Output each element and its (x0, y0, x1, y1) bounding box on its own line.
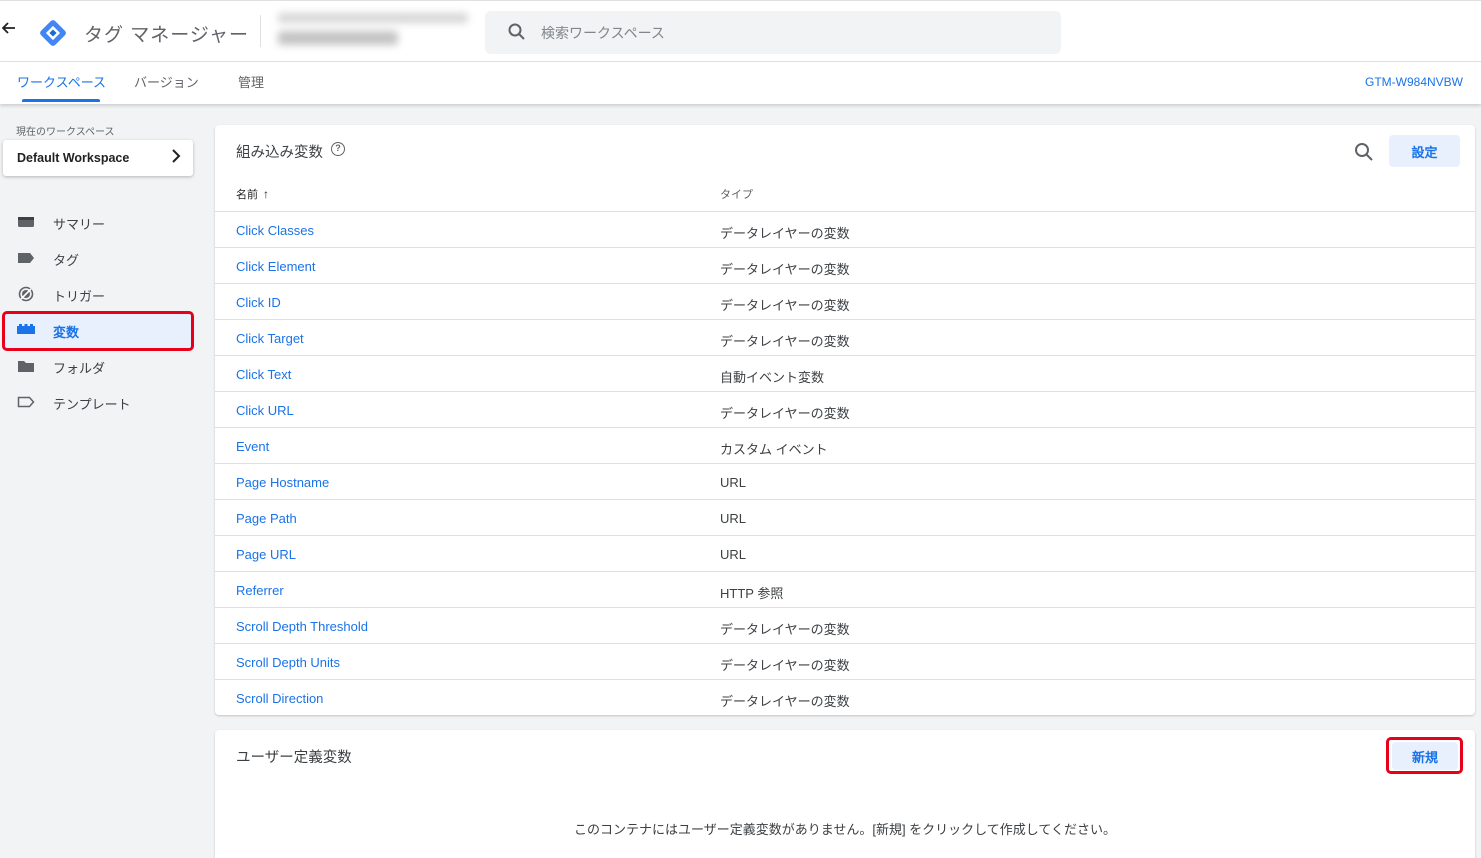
configure-button[interactable]: 設定 (1389, 135, 1460, 167)
app-title: タグ マネージャー (84, 25, 249, 46)
search-icon[interactable] (1353, 141, 1375, 163)
table-row[interactable]: Referrer HTTP 参照 (215, 571, 1475, 607)
sidebar-item-label: タグ (53, 253, 80, 268)
variable-type: データレイヤーの変数 (720, 226, 850, 241)
tab-versions[interactable]: バージョン (134, 72, 199, 91)
divider (260, 15, 261, 47)
variable-type: カスタム イベント (720, 442, 828, 457)
builtin-variables-card: 組み込み変数 ? 設定 名前 ↑ タイプ Click Classes データレイヤー… (215, 125, 1475, 715)
variable-name-link[interactable]: Click Target (236, 331, 304, 346)
sidebar-item-triggers[interactable]: トリガー (3, 276, 193, 312)
variable-name-link[interactable]: Page Path (236, 511, 297, 526)
variable-name-link[interactable]: Scroll Depth Units (236, 655, 340, 670)
help-icon[interactable]: ? (331, 142, 345, 156)
sidebar-item-summary[interactable]: サマリー (3, 204, 193, 240)
column-header-name[interactable]: 名前 ↑ (236, 186, 269, 202)
empty-state-message: このコンテナにはユーザー定義変数がありません。[新規] をクリックして作成してく… (573, 822, 1117, 837)
variable-name-link[interactable]: Page Hostname (236, 475, 329, 490)
table-row[interactable]: Click Target データレイヤーの変数 (215, 319, 1475, 355)
variable-name-link[interactable]: Click Element (236, 259, 315, 274)
table-row[interactable]: Click Element データレイヤーの変数 (215, 247, 1475, 283)
variable-type: データレイヤーの変数 (720, 406, 850, 421)
tab-bar: ワークスペース バージョン 管理 GTM-W984NVBW (0, 62, 1481, 104)
workspace-selector[interactable]: Default Workspace (3, 140, 193, 176)
tag-manager-logo-icon[interactable] (38, 18, 68, 48)
account-container-switcher[interactable] (274, 11, 474, 51)
workspace-search[interactable] (485, 11, 1061, 54)
sort-ascending-icon: ↑ (263, 187, 269, 201)
variable-type: データレイヤーの変数 (720, 334, 850, 349)
active-tab-indicator (22, 99, 100, 102)
table-row[interactable]: Event カスタム イベント (215, 427, 1475, 463)
table-row[interactable]: Click Classes データレイヤーの変数 (215, 211, 1475, 247)
user-defined-variables-title: ユーザー定義変数 (236, 750, 352, 766)
table-row[interactable]: Click Text 自動イベント変数 (215, 355, 1475, 391)
builtin-variables-title: 組み込み変数 (236, 145, 323, 161)
variable-type: データレイヤーの変数 (720, 262, 850, 277)
sidebar-item-templates[interactable]: テンプレート (3, 384, 193, 420)
sidebar-item-label: テンプレート (53, 397, 131, 412)
table-row[interactable]: Scroll Depth Units データレイヤーの変数 (215, 643, 1475, 679)
table-row[interactable]: Page URL URL (215, 535, 1475, 571)
variable-name-link[interactable]: Scroll Depth Threshold (236, 619, 368, 634)
back-arrow-icon[interactable] (1, 21, 18, 41)
container-id-link[interactable]: GTM-W984NVBW (1365, 75, 1463, 89)
variable-name-link[interactable]: Click ID (236, 295, 281, 310)
search-input[interactable] (541, 11, 1041, 54)
table-row[interactable]: Click ID データレイヤーの変数 (215, 283, 1475, 319)
tab-workspace[interactable]: ワークスペース (17, 72, 106, 91)
variable-type: URL (720, 475, 747, 490)
tag-icon (17, 250, 35, 266)
top-app-bar: タグ マネージャー (0, 0, 1481, 62)
variable-type: データレイヤーの変数 (720, 658, 850, 673)
trigger-icon (17, 286, 35, 302)
variable-type: データレイヤーの変数 (720, 298, 850, 313)
variable-type: HTTP 参照 (720, 586, 784, 601)
column-header-type[interactable]: タイプ (720, 186, 753, 202)
sidebar-item-folders[interactable]: フォルダ (3, 348, 193, 384)
variables-highlight-box (2, 311, 194, 351)
table-row[interactable]: Scroll Direction データレイヤーの変数 (215, 679, 1475, 715)
table-row[interactable]: Page Hostname URL (215, 463, 1475, 499)
column-name-label: 名前 (236, 189, 258, 201)
folder-icon (17, 358, 35, 374)
template-icon (17, 394, 35, 410)
variable-type: データレイヤーの変数 (720, 622, 850, 637)
summary-icon (17, 214, 35, 230)
variable-name-link[interactable]: Click Text (236, 367, 291, 382)
variable-type: 自動イベント変数 (720, 370, 825, 385)
search-icon (507, 22, 527, 42)
variable-type: URL (720, 547, 747, 562)
variable-name-link[interactable]: Click URL (236, 403, 294, 418)
sidebar-item-tags[interactable]: タグ (3, 240, 193, 276)
variable-name-link[interactable]: Event (236, 439, 269, 454)
chevron-right-icon (171, 149, 181, 166)
table-row[interactable]: Page Path URL (215, 499, 1475, 535)
table-row[interactable]: Click URL データレイヤーの変数 (215, 391, 1475, 427)
tab-admin[interactable]: 管理 (238, 72, 264, 91)
sidebar-item-label: フォルダ (53, 361, 106, 376)
variable-name-link[interactable]: Page URL (236, 547, 296, 562)
variable-name-link[interactable]: Click Classes (236, 223, 314, 238)
variable-name-link[interactable]: Referrer (236, 583, 284, 598)
variable-type: データレイヤーの変数 (720, 694, 850, 709)
current-workspace-label: 現在のワークスペース (16, 127, 115, 138)
variable-name-link[interactable]: Scroll Direction (236, 691, 323, 706)
sidebar-item-label: トリガー (53, 289, 106, 304)
workspace-name: Default Workspace (17, 151, 130, 165)
variable-type: URL (720, 511, 747, 526)
new-button-highlight-box (1386, 737, 1463, 774)
sidebar-item-label: サマリー (53, 217, 106, 232)
table-row[interactable]: Scroll Depth Threshold データレイヤーの変数 (215, 607, 1475, 643)
user-defined-variables-card: ユーザー定義変数 新規 このコンテナにはユーザー定義変数がありません。[新規] … (215, 730, 1475, 858)
